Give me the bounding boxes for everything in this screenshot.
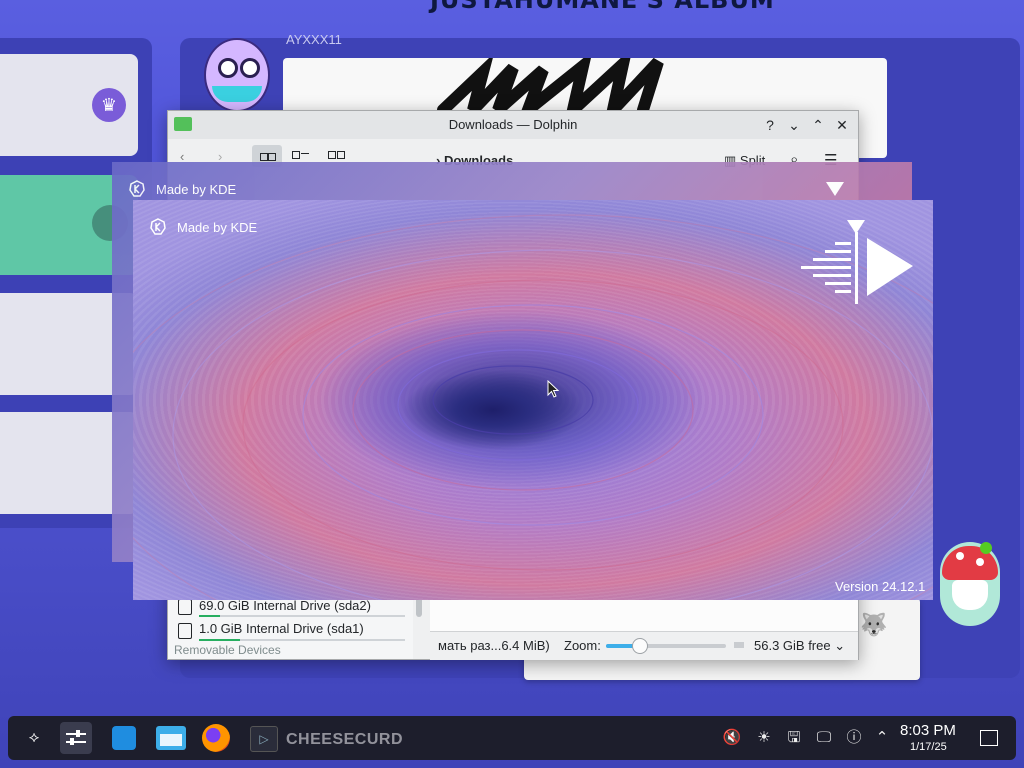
card-premium[interactable]: ♛ [0,54,138,156]
zoom-bar-icon [734,642,744,648]
kdenlive-taskbar-icon[interactable]: ▷ [250,726,278,752]
drive-icon [178,623,192,639]
compact-view-icon[interactable] [292,149,310,161]
version-label: Version 24.12.1 [835,579,926,594]
made-by-kde-label: Made by KDE [156,182,237,197]
username: AYXXX11 [286,32,342,47]
places-panel: 69.0 GiB Internal Drive (sda2) 1.0 GiB I… [168,595,413,659]
dolphin-titlebar[interactable]: Downloads — Dolphin ? ⌄ ⌃ ✕ [168,111,858,139]
free-space-label: 56.3 GiB free [754,638,831,653]
kde-logo-icon [150,218,166,235]
volume-muted-icon[interactable]: 🔇 [722,728,742,748]
display-config-icon[interactable]: 🖵 [814,728,834,748]
place-sda1[interactable]: 1.0 GiB Internal Drive (sda1) [199,621,364,636]
show-hidden-icons-chevron-up-icon[interactable]: ⌃ [872,728,892,748]
mushroom-avatar[interactable] [940,542,1000,626]
kdenlive-logo-icon [826,182,844,196]
made-by-kde-label: Made by KDE [177,220,258,235]
wolf-icon: 🐺 [860,612,888,637]
zoom-slider-handle[interactable] [632,638,648,654]
brightness-icon[interactable]: ☀ [754,728,774,748]
minimize-button[interactable]: ⌄ [784,115,804,135]
splash-screen: Made by KDE Version 24.12.1 [133,200,933,600]
show-desktop-icon[interactable] [980,730,998,746]
running-app-label[interactable]: CHEESECURD [286,731,403,749]
mouse-cursor-icon [547,380,559,398]
system-settings-icon[interactable] [60,722,92,754]
crown-icon: ♛ [92,88,126,122]
drive-icon [178,599,192,615]
dolphin-taskbar-icon[interactable] [156,726,186,750]
removable-devices-heading: Removable Devices [174,643,281,657]
help-button[interactable]: ? [760,115,780,135]
places-scrollbar[interactable] [416,597,422,617]
firefox-icon[interactable] [202,724,230,752]
details-view-icon[interactable] [328,149,346,161]
kdenlive-logo-icon [801,220,913,304]
usage-bar-sda2 [199,615,405,617]
close-button[interactable]: ✕ [832,115,852,135]
discover-store-icon[interactable] [112,726,136,750]
zoom-slider[interactable] [606,638,726,654]
application-launcher-icon[interactable]: ⟡ [24,728,44,748]
file-view[interactable] [430,595,858,631]
owl-avatar[interactable] [204,38,270,112]
status-text: мать раз...6.4 MiB) [438,638,550,653]
window-title: Downloads — Dolphin [448,117,578,132]
kde-logo-icon [129,180,145,197]
place-sda2[interactable]: 69.0 GiB Internal Drive (sda2) [199,598,371,613]
usage-bar-sda1 [199,639,405,641]
taskbar: ⟡ ▷ CHEESECURD 🔇 ☀ 🖫 🖵 ⓘ ⌃ 8:03 PM 1/17/… [8,716,1016,760]
clock-date[interactable]: 1/17/25 [910,741,947,753]
zoom-label: Zoom: [564,638,601,653]
clock-time[interactable]: 8:03 PM [900,722,956,739]
free-space-dropdown[interactable]: 56.3 GiB free ⌄ [754,638,845,654]
album-title: JUSTAHUMANE'S ALBUM [430,0,775,14]
status-bar: мать раз...6.4 MiB) Zoom: 56.3 GiB free … [430,631,858,660]
maximize-button[interactable]: ⌃ [808,115,828,135]
help-circle-icon[interactable]: ⓘ [844,728,864,748]
save-disk-icon[interactable]: 🖫 [784,728,804,748]
